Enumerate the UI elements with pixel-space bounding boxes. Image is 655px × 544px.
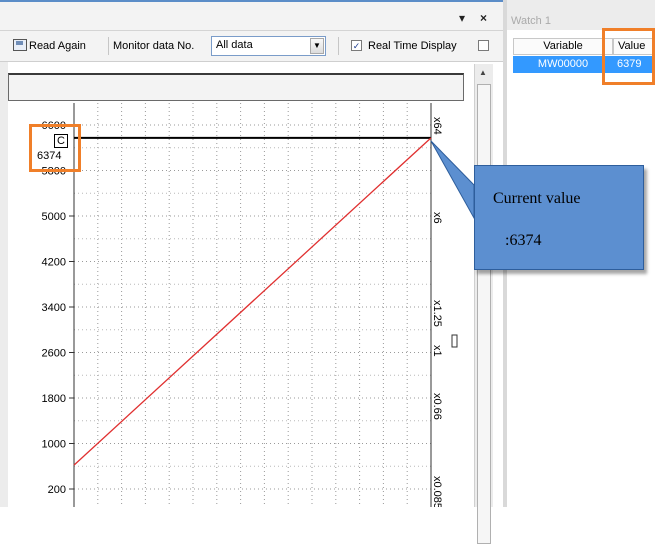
callout-value: :6374 bbox=[505, 232, 542, 249]
current-value-callout: Current value :6374 bbox=[474, 165, 644, 270]
callout-title: Current value bbox=[493, 190, 581, 207]
